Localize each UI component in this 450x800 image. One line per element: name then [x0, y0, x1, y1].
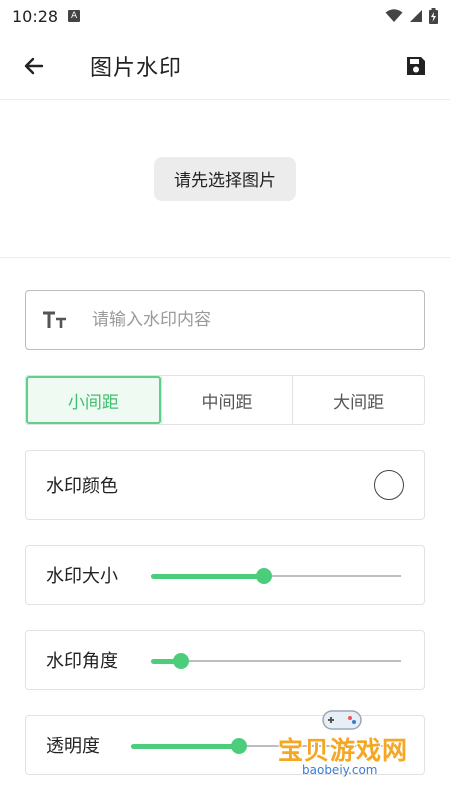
back-button[interactable] — [14, 46, 54, 86]
wifi-icon — [385, 9, 403, 22]
save-button[interactable] — [396, 46, 436, 86]
image-preview-area: 请先选择图片 — [0, 100, 450, 258]
watermark-text-field[interactable] — [25, 290, 425, 350]
angle-slider[interactable] — [151, 651, 401, 671]
color-setting-card[interactable]: 水印颜色 — [25, 450, 425, 520]
battery-icon — [429, 8, 438, 24]
watermark-text-input[interactable] — [92, 310, 392, 330]
page-title: 图片水印 — [90, 55, 183, 81]
notification-icon: A — [68, 10, 81, 22]
angle-setting-card: 水印角度 — [25, 630, 425, 690]
status-bar: 10:28 A — [0, 0, 450, 32]
cell-signal-icon — [410, 10, 422, 22]
site-watermark-logo: 宝贝游戏网 baobeiy.com — [272, 705, 420, 785]
slider-thumb[interactable] — [231, 738, 247, 754]
size-setting-card: 水印大小 — [25, 545, 425, 605]
slider-thumb[interactable] — [255, 568, 272, 584]
size-slider[interactable] — [151, 566, 401, 586]
spacing-selector: 小间距 中间距 大间距 — [25, 375, 425, 425]
opacity-label: 透明度 — [46, 736, 100, 757]
slider-thumb[interactable] — [173, 653, 189, 669]
color-picker-swatch[interactable] — [374, 470, 404, 500]
angle-label: 水印角度 — [46, 651, 118, 672]
text-size-icon — [42, 311, 70, 329]
status-time: 10:28 — [12, 6, 59, 26]
status-icons — [385, 8, 438, 24]
size-label: 水印大小 — [46, 566, 118, 587]
spacing-option-large[interactable]: 大间距 — [292, 376, 424, 424]
spacing-option-small[interactable]: 小间距 — [26, 376, 161, 424]
brand-domain: baobeiy.com — [302, 763, 378, 777]
gamepad-icon — [322, 710, 362, 730]
color-label: 水印颜色 — [46, 476, 118, 497]
slider-fill — [131, 743, 239, 749]
choose-image-button[interactable]: 请先选择图片 — [154, 156, 296, 201]
save-icon — [407, 56, 425, 75]
slider-fill — [151, 573, 264, 579]
brand-name: 宝贝游戏网 — [278, 736, 409, 765]
app-bar: 图片水印 — [0, 32, 450, 100]
spacing-option-medium[interactable]: 中间距 — [160, 376, 293, 424]
arrow-left-icon — [24, 57, 44, 74]
